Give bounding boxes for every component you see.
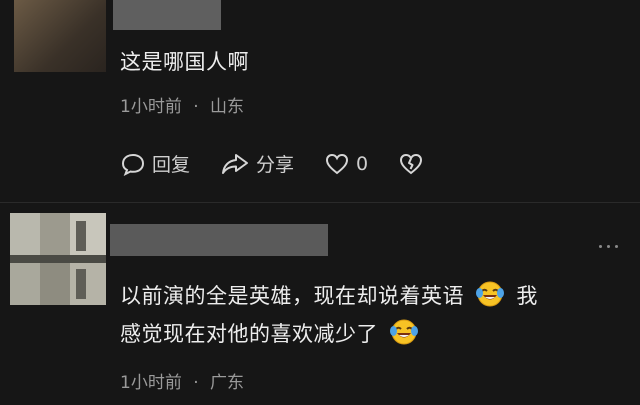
dislike-button[interactable] xyxy=(398,152,430,176)
comment-text: 这是哪国人啊 xyxy=(120,50,249,74)
laughing-tears-emoji xyxy=(476,281,505,307)
share-arrow-icon xyxy=(222,153,249,174)
avatar[interactable] xyxy=(14,0,106,72)
reply-button[interactable]: 回复 xyxy=(120,150,190,177)
more-dots-icon[interactable] xyxy=(594,245,618,248)
comment-text-line-1: 以前演的全是英雄，现在却说着英语 我 xyxy=(120,280,538,310)
comment-meta: 1小时前 · 山东 xyxy=(120,92,244,117)
reply-label: 回复 xyxy=(152,154,191,176)
comment-text-line-2: 感觉现在对他的喜欢减少了 xyxy=(120,318,423,348)
comment-location: 广东 xyxy=(210,373,245,393)
divider xyxy=(0,202,640,203)
comment-actions: 回复 分享 0 xyxy=(120,150,460,177)
like-count: 0 xyxy=(356,152,369,175)
comment-time: 1小时前 xyxy=(120,97,182,117)
like-button[interactable]: 0 xyxy=(324,152,368,176)
comment-meta: 1小时前 · 广东 xyxy=(120,368,244,393)
comment-text-part: 以前演的全是英雄，现在却说着英语 xyxy=(120,284,464,308)
comment-bubble-icon xyxy=(121,153,145,176)
comment-text-part: 感觉现在对他的喜欢减少了 xyxy=(120,322,378,346)
meta-separator: · xyxy=(193,373,199,393)
username-blurred[interactable] xyxy=(110,224,328,256)
share-label: 分享 xyxy=(256,154,295,176)
heart-icon xyxy=(326,153,349,174)
avatar-mosaic xyxy=(10,213,106,305)
username-blurred[interactable] xyxy=(113,0,221,30)
avatar[interactable] xyxy=(10,213,106,305)
laughing-tears-emoji xyxy=(390,319,419,345)
comment-text-part: 我 xyxy=(516,284,538,308)
share-button[interactable]: 分享 xyxy=(220,150,294,177)
broken-heart-icon xyxy=(400,153,423,174)
meta-separator: · xyxy=(193,97,199,117)
comment-location: 山东 xyxy=(210,97,245,117)
comment-time: 1小时前 xyxy=(120,373,182,393)
